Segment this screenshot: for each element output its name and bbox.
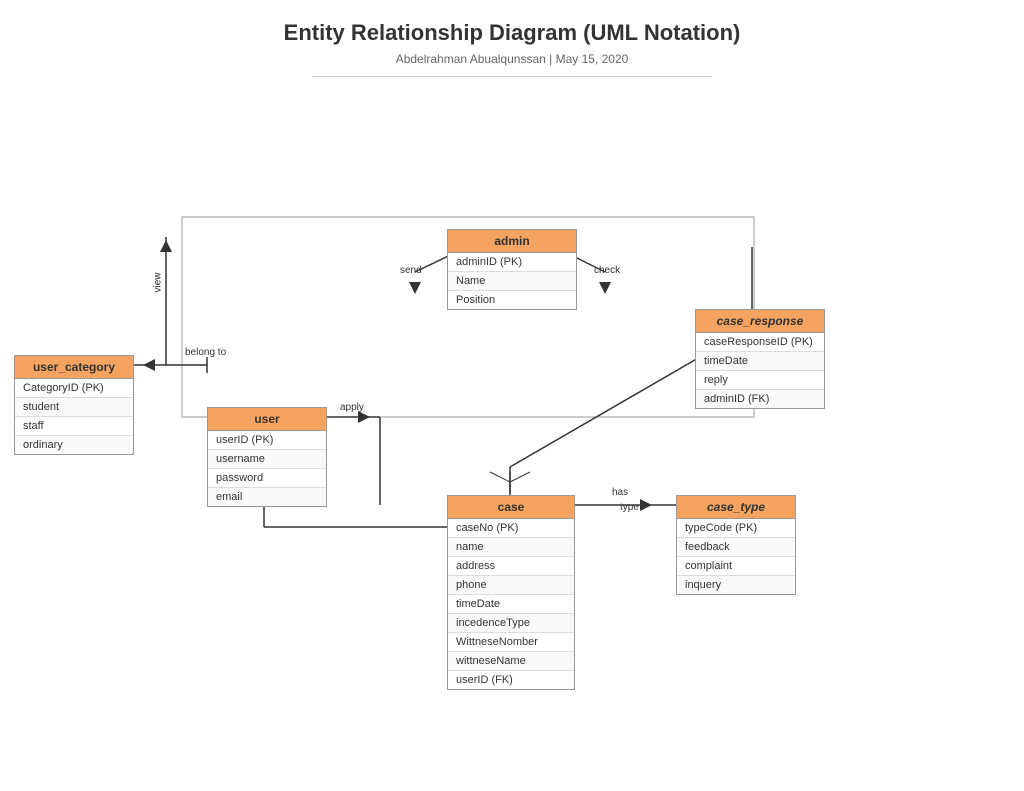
field-userid: userID (PK): [208, 431, 326, 450]
entity-case-response: case_response caseResponseID (PK) timeDa…: [695, 309, 825, 409]
entity-user-header: user: [208, 408, 326, 431]
field-inquery: inquery: [677, 576, 795, 594]
field-password: password: [208, 469, 326, 488]
entity-admin: admin adminID (PK) Name Position: [447, 229, 577, 310]
field-phone: phone: [448, 576, 574, 595]
entity-admin-header: admin: [448, 230, 576, 253]
label-check: check: [594, 265, 620, 276]
field-witnessename: wittneseName: [448, 652, 574, 671]
field-staff: staff: [15, 417, 133, 436]
field-feedback: feedback: [677, 538, 795, 557]
entity-case-type-header: case_type: [677, 496, 795, 519]
field-name: Name: [448, 272, 576, 291]
entity-case: case caseNo (PK) name address phone time…: [447, 495, 575, 690]
field-incedencetype: incedenceType: [448, 614, 574, 633]
field-complaint: complaint: [677, 557, 795, 576]
entity-case-response-header: case_response: [696, 310, 824, 333]
entity-user-category-header: user_category: [15, 356, 133, 379]
field-witnesenom: WittneseNomber: [448, 633, 574, 652]
label-apply: apply: [340, 402, 364, 413]
label-belong-to: belong to: [185, 347, 226, 358]
entity-case-type: case_type typeCode (PK) feedback complai…: [676, 495, 796, 595]
field-case-userid: userID (FK): [448, 671, 574, 689]
field-position: Position: [448, 291, 576, 309]
field-student: student: [15, 398, 133, 417]
field-ordinary: ordinary: [15, 436, 133, 454]
field-adminid: adminID (PK): [448, 253, 576, 272]
field-email: email: [208, 488, 326, 506]
diagram-area: user_category CategoryID (PK) student st…: [0, 87, 1024, 767]
label-has: has: [612, 487, 628, 498]
field-reply: reply: [696, 371, 824, 390]
page-subtitle: Abdelrahman Abualqunssan | May 15, 2020: [312, 52, 712, 77]
field-response-timedate: timeDate: [696, 352, 824, 371]
label-send: send: [400, 265, 422, 276]
entity-user-category: user_category CategoryID (PK) student st…: [14, 355, 134, 455]
field-categoryid: CategoryID (PK): [15, 379, 133, 398]
page-title: Entity Relationship Diagram (UML Notatio…: [0, 0, 1024, 46]
field-username: username: [208, 450, 326, 469]
field-caseresponseid: caseResponseID (PK): [696, 333, 824, 352]
entity-case-header: case: [448, 496, 574, 519]
field-case-name: name: [448, 538, 574, 557]
field-typecode: typeCode (PK): [677, 519, 795, 538]
label-type: type: [620, 502, 639, 513]
label-view: view: [153, 272, 164, 292]
field-caseno: caseNo (PK): [448, 519, 574, 538]
field-response-adminid: adminID (FK): [696, 390, 824, 408]
entity-user: user userID (PK) username password email: [207, 407, 327, 507]
field-address: address: [448, 557, 574, 576]
field-timedate: timeDate: [448, 595, 574, 614]
